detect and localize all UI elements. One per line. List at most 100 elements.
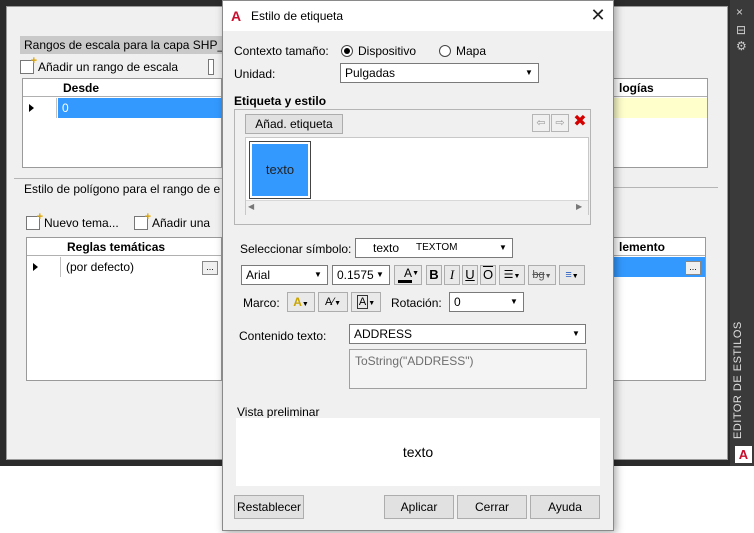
close-icon[interactable]: ✕ [585,3,611,27]
scale-range-from-cell[interactable]: 0 [58,98,223,118]
preview-text: texto [402,444,434,460]
highlight-color-icon: A [293,295,302,309]
italic-button[interactable]: I [444,265,460,285]
text-color-icon: A [403,266,412,280]
label-style-group: Añad. etiqueta ⇦ ⇨ ✖ texto ◀ ▶ [234,109,591,225]
add-scale-range-icon [20,55,37,74]
add-label-button[interactable]: Añad. etiqueta [245,114,343,134]
label-style-heading: Etiqueta y estilo [234,94,327,108]
highlight-color-button[interactable]: A▼ [287,292,315,312]
expression-textarea[interactable]: ToString("ADDRESS") [349,349,587,389]
text-content-select[interactable]: ADDRESS ▼ [349,324,586,344]
scale-tool-icon[interactable] [208,59,214,75]
add-scale-range-button[interactable]: Añadir un rango de escala [20,55,179,74]
label-swatch-frame[interactable]: texto [249,141,311,199]
chevron-down-icon: ▼ [301,301,309,308]
symbol-select[interactable]: texto TEXTOM ▼ [355,238,513,258]
chevron-down-icon: ▼ [376,270,384,279]
text-color-button[interactable]: A ▼ [394,265,422,285]
ellipsis-button[interactable]: ... [685,261,701,275]
polygon-style-title: Estilo de polígono para el rango de e [24,182,221,196]
autocad-logo-icon: A [231,8,242,24]
dialog-title: Estilo de etiqueta [251,9,344,23]
grid-header-element: lemento [613,238,705,256]
fill-color-button[interactable]: A⁄▼ [318,292,348,312]
text-size-select[interactable]: 0.1575 ▼ [332,265,390,285]
frame-label: Marco: [243,296,280,310]
thematic-rules-grid: Reglas temáticas (por defecto) ... [26,237,222,381]
chevron-down-icon: ▼ [510,297,518,306]
grid-header-rules: Reglas temáticas [27,238,221,256]
line-spacing-button[interactable]: ≡▼ [559,265,585,285]
help-button[interactable]: Ayuda [530,495,600,519]
row-selector[interactable] [27,257,61,277]
font-select-value: Arial [246,268,271,282]
add-rule-button[interactable]: Añadir una [134,211,211,230]
add-rule-icon [134,211,151,230]
collapse-icon[interactable]: ⊟ [736,24,746,36]
text-content-value: ADDRESS [354,327,413,341]
chevron-down-icon: ▼ [572,329,580,338]
align-left-icon: ☰ [503,269,514,281]
overline-button[interactable]: O [480,265,496,285]
rotation-label: Rotación: [391,296,442,310]
rotation-select[interactable]: 0 ▼ [449,292,524,312]
chevron-down-icon: ▼ [368,300,376,307]
divider [14,178,222,179]
scale-range-grid: Desde 0 [22,78,223,168]
chevron-down-icon: ▼ [571,273,579,280]
label-swatch: texto [252,144,308,196]
radio-map[interactable] [439,45,451,57]
add-scale-range-label: Añadir un rango de escala [38,60,179,74]
autocad-logo-icon: A [735,446,752,463]
ellipsis-button[interactable]: ... [202,261,218,275]
default-rule-cell[interactable]: (por defecto) [62,257,202,277]
font-select[interactable]: Arial ▼ [241,265,328,285]
unit-label: Unidad: [234,67,276,81]
close-button[interactable]: Cerrar [457,495,527,519]
reset-button[interactable]: Restablecer [234,495,304,519]
divider [614,187,718,188]
delete-icon[interactable]: ✖ [571,113,589,131]
chevron-down-icon: ▼ [499,243,507,252]
rotation-value: 0 [454,295,461,309]
align-button[interactable]: ☰▼ [499,265,525,285]
style-editor-rail-title: EDITOR DE ESTILOS [732,321,744,439]
label-style-dialog: A Estilo de etiqueta ✕ Contexto tamaño: … [222,0,614,531]
frame-style-icon: A [356,295,369,309]
preview-area: texto [236,418,600,486]
unit-select[interactable]: Pulgadas ▼ [340,63,539,83]
radio-device-label[interactable]: Dispositivo [358,44,416,58]
bold-button[interactable]: B [426,265,442,285]
apply-button[interactable]: Aplicar [384,495,454,519]
close-icon[interactable]: × [736,6,743,18]
strikethrough-button[interactable]: bg▼ [528,265,556,285]
scroll-left-icon[interactable]: ◀ [248,202,254,211]
size-context-label: Contexto tamaño: [234,44,329,58]
unit-select-value: Pulgadas [345,66,396,80]
row-selector[interactable] [23,98,57,118]
symbol-preview: texto [373,241,400,255]
frame-style-button[interactable]: A ▼ [351,292,381,312]
dialog-titlebar: A Estilo de etiqueta ✕ [223,1,613,31]
underline-button[interactable]: U [462,265,478,285]
preview-label: Vista preliminar [237,405,320,419]
scale-range-grid-right: logías [612,78,708,168]
text-color-swatch [398,280,412,283]
horizontal-scrollbar[interactable]: ◀ ▶ [246,200,588,215]
symbol-name: TEXTOM [416,242,458,253]
chevron-down-icon: ▼ [412,270,419,277]
move-left-icon[interactable]: ⇦ [532,114,550,132]
label-list: texto ◀ ▶ [245,137,589,215]
add-rule-label: Añadir una [152,216,211,230]
new-theme-button[interactable]: Nuevo tema... [26,211,119,230]
radio-map-label[interactable]: Mapa [456,44,486,58]
gear-icon[interactable]: ⚙ [736,40,747,52]
move-right-icon[interactable]: ⇨ [551,114,569,132]
radio-device[interactable] [341,45,353,57]
chevron-down-icon: ▼ [544,273,552,280]
scale-range-right-cell[interactable] [613,98,707,118]
scale-ranges-title: Rangos de escala para la capa SHP_S [20,36,225,54]
chevron-down-icon: ▼ [334,300,342,307]
scroll-right-icon[interactable]: ▶ [576,202,582,211]
